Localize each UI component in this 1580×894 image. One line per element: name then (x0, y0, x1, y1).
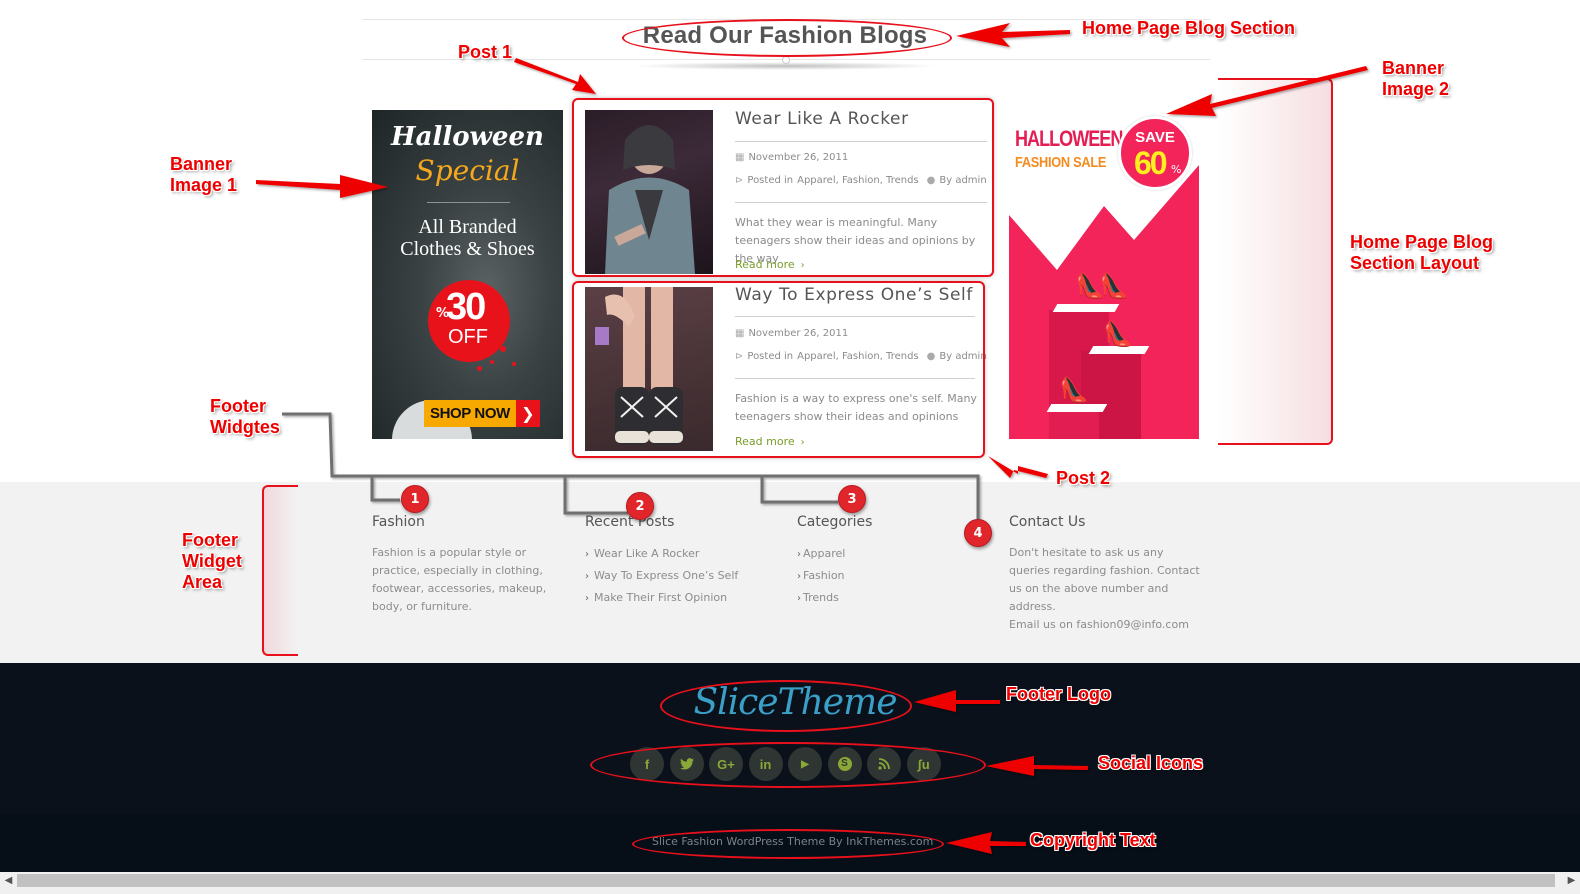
chevron-right-icon: › (585, 549, 589, 560)
annotation-banner-image-1: Banner Image 1 (170, 154, 238, 195)
widget-title: Fashion (372, 514, 425, 530)
title-divider-dot (782, 56, 790, 64)
podium-block (1049, 408, 1099, 439)
banner2-discount: 60 (1134, 145, 1168, 181)
chevron-right-icon: › (797, 593, 801, 604)
arrow-banner1 (256, 175, 388, 198)
widget-text: Don't hesitate to ask us any queries reg… (1009, 546, 1200, 613)
shop-now-button[interactable]: SHOP NOW ❯ (424, 400, 540, 427)
shop-now-label: SHOP NOW (424, 400, 516, 427)
annotation-banner-image-2: Banner Image 2 (1382, 58, 1450, 99)
banner2-save: SAVE (1135, 129, 1175, 146)
annotation-copyright-text: Copyright Text (1030, 830, 1156, 850)
banner2-percent: % (1171, 163, 1182, 176)
annotation-post-1: Post 1 (458, 42, 513, 62)
banner2-discount-badge: SAVE 60 % (1118, 116, 1192, 190)
footer-widget-recent-posts: Recent Posts › Wear Like A Rocker › Way To… (585, 514, 785, 610)
banner1-divider (427, 202, 510, 203)
banner1-discount: 30 (446, 286, 486, 328)
categories-list: › Apparel › Fashion › Trends (797, 542, 997, 610)
arrow-post2 (988, 456, 1048, 478)
podium-top (1052, 304, 1120, 312)
annotation-ellipse-copyright (632, 829, 944, 859)
annotation-home-page-blog-section: Home Page Blog Section (1082, 18, 1296, 38)
banner1-off: OFF (448, 326, 488, 348)
category-item[interactable]: › Apparel (797, 542, 997, 566)
banner1-subtitle: Special (415, 154, 520, 187)
annotation-post-2: Post 2 (1056, 468, 1111, 488)
category-link[interactable]: Apparel (803, 547, 845, 560)
arrow-section (956, 23, 1070, 47)
widget-text: Fashion is a popular style or practice, … (372, 546, 547, 613)
banner1-tagline: All Branded Clothes & Shoes (372, 216, 563, 260)
chevron-right-icon: › (797, 549, 801, 560)
annotation-brace-blog-layout (1218, 78, 1333, 445)
annotation-number-2: 2 (626, 492, 654, 520)
widget-title: Recent Posts (585, 514, 675, 530)
recent-post-link[interactable]: Make Their First Opinion (594, 591, 727, 604)
annotation-footer-logo: Footer Logo (1006, 684, 1111, 704)
scroll-right-arrow-icon[interactable]: ▶ (1563, 872, 1580, 894)
category-item[interactable]: › Trends (797, 586, 997, 610)
annotation-number-3: 3 (838, 485, 866, 513)
banner1-tagline-line1: All Branded (418, 216, 517, 238)
footer-widget-fashion: Fashion Fashion is a popular style or pr… (372, 514, 572, 616)
splatter-decoration (490, 360, 494, 364)
splatter-decoration (512, 362, 516, 366)
annotation-box-post-2 (572, 281, 985, 458)
splatter-decoration (477, 366, 482, 371)
arrow-post1 (514, 58, 596, 94)
chevron-right-icon: ❯ (515, 400, 540, 427)
splatter-decoration (500, 346, 506, 352)
widget-title: Contact Us (1009, 514, 1086, 530)
banner1-tagline-line2: Clothes & Shoes (400, 238, 535, 260)
heels-icon: 👠 (1059, 376, 1089, 404)
chevron-right-icon: › (585, 571, 589, 582)
scrollbar-thumb[interactable] (17, 874, 1555, 887)
annotation-number-4: 4 (964, 519, 992, 547)
contact-email[interactable]: Email us on fashion09@info.com (1009, 616, 1209, 634)
recent-posts-list: › Wear Like A Rocker › Way To Express One’… (585, 542, 785, 610)
horizontal-scrollbar[interactable]: ◀ ▶ (0, 872, 1580, 894)
banner-image-2[interactable]: HALLOWEEN FASHION SALE SAVE 60 % 👠 👠 👠 👠 (1009, 110, 1199, 439)
chevron-right-icon: › (797, 571, 801, 582)
chevron-right-icon: › (585, 593, 589, 604)
banner1-title: Halloween (391, 122, 544, 152)
annotation-number-1: 1 (401, 485, 429, 513)
recent-post-item[interactable]: › Way To Express One’s Self (585, 564, 785, 588)
footer-widget-contact: Contact Us Don't hesitate to ask us any … (1009, 514, 1209, 634)
annotation-blog-layout: Home Page Blog Section Layout (1350, 232, 1494, 273)
annotation-brace-widget-area (262, 485, 298, 656)
recent-post-item[interactable]: › Make Their First Opinion (585, 586, 785, 610)
recent-post-link[interactable]: Way To Express One’s Self (594, 569, 738, 582)
banner1-discount-badge: % 30 OFF (428, 280, 510, 362)
annotation-box-post-1 (572, 98, 994, 277)
banner2-title: HALLOWEEN (1015, 126, 1123, 151)
heels-icon: 👠 (1099, 272, 1129, 300)
banner-image-1[interactable]: Halloween Special All Branded Clothes & … (372, 110, 563, 439)
podium-top (1046, 404, 1108, 412)
annotation-ellipse-logo (660, 680, 912, 732)
category-link[interactable]: Fashion (803, 569, 845, 582)
heels-icon: 👠 (1103, 320, 1133, 348)
recent-post-link[interactable]: Wear Like A Rocker (594, 547, 699, 560)
recent-post-item[interactable]: › Wear Like A Rocker (585, 542, 785, 566)
annotation-social-icons: Social Icons (1098, 753, 1204, 773)
banner2-subtitle: FASHION SALE (1015, 154, 1107, 171)
annotation-ellipse-social (590, 742, 986, 788)
scroll-left-arrow-icon[interactable]: ◀ (0, 872, 17, 894)
category-link[interactable]: Trends (803, 591, 839, 604)
annotation-footer-widgets: Footer Widgtes (210, 396, 280, 437)
category-item[interactable]: › Fashion (797, 564, 997, 588)
annotation-ellipse-section-title (622, 19, 952, 57)
annotation-footer-widget-area: Footer Widget Area (182, 530, 242, 592)
